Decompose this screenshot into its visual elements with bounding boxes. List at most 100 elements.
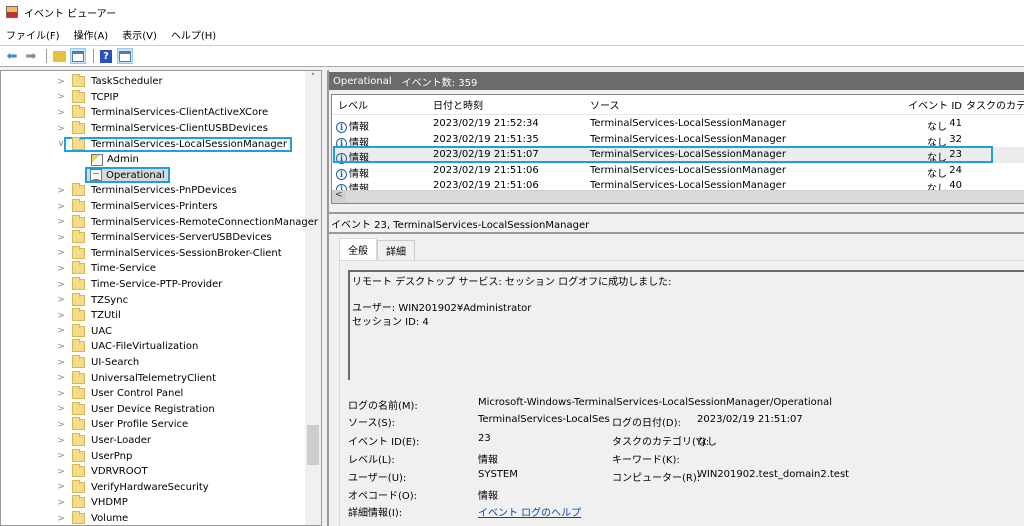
tree-item[interactable]: Operational: [85, 167, 170, 184]
tree-scroll-thumb[interactable]: [307, 425, 319, 465]
event-row[interactable]: i情報2023/02/19 21:51:06TerminalServices-L…: [332, 163, 1024, 180]
tree-item[interactable]: > User Device Registration: [56, 401, 215, 418]
tab-details[interactable]: 詳細: [377, 240, 415, 260]
chevron-right-icon[interactable]: >: [56, 108, 66, 118]
tree-item[interactable]: > VDRVROOT: [56, 464, 148, 480]
tree-item[interactable]: > TZSync: [56, 292, 128, 308]
tree-item[interactable]: > TerminalServices-RemoteConnectionManage…: [56, 214, 318, 230]
tree-item[interactable]: > TerminalServices-ClientActiveXCore: [56, 105, 268, 121]
tree-item[interactable]: > User-Loader: [56, 433, 151, 449]
column-datetime[interactable]: 日付と時刻: [433, 97, 483, 112]
tree-item[interactable]: > VHDMP: [56, 495, 128, 511]
tree-item[interactable]: ∨ TerminalServices-LocalSessionManager: [56, 136, 292, 152]
computer-label: コンピューター(R):: [612, 473, 701, 484]
menu-help[interactable]: ヘルプ(H): [171, 27, 216, 42]
help-button[interactable]: ?: [98, 48, 114, 64]
tree-item[interactable]: > VerifyHardwareSecurity: [56, 479, 209, 496]
chevron-right-icon[interactable]: >: [56, 264, 66, 274]
tree-item-label: User Profile Service: [91, 419, 189, 431]
tree-item[interactable]: > TerminalServices-ServerUSBDevices: [56, 230, 272, 246]
tree-item-label: User Device Registration: [91, 403, 215, 415]
back-arrow-icon[interactable]: ⬅: [4, 48, 20, 64]
chevron-down-icon[interactable]: ∨: [56, 139, 66, 149]
chevron-right-icon[interactable]: >: [56, 92, 66, 102]
scroll-up-icon[interactable]: ˄: [305, 73, 321, 83]
grid-horizontal-scrollbar[interactable]: <: [332, 190, 1024, 203]
menu-view[interactable]: 表示(V): [122, 27, 157, 42]
tree-item[interactable]: > TerminalServices-Printers: [56, 199, 218, 215]
tab-general[interactable]: 全般: [339, 238, 377, 260]
event-row[interactable]: i 情報 2023/02/19 21:52:34 TerminalServices-L…: [332, 116, 1024, 133]
tree-item[interactable]: > Volume: [56, 511, 129, 525]
source-cell: TerminalServices-LocalSessionManager: [590, 118, 786, 129]
chevron-right-icon[interactable]: >: [56, 358, 66, 368]
chevron-right-icon[interactable]: >: [56, 217, 66, 227]
tree-item[interactable]: > UAC-FileVirtualization: [56, 339, 198, 355]
tree-item[interactable]: > TaskScheduler: [56, 74, 163, 90]
tree-item[interactable]: > Time-Service-PTP-Provider: [56, 277, 222, 293]
tree-item[interactable]: > UniversalTelemetryClient: [56, 370, 216, 386]
tree-scrollbar[interactable]: ˄: [305, 71, 321, 525]
tree-item[interactable]: > UAC: [56, 323, 112, 340]
tree-item-label: TerminalServices-PnPDevices: [91, 185, 237, 197]
folder-up-button[interactable]: [51, 48, 67, 64]
event-row[interactable]: i 情報 2023/02/19 21:51:35 TerminalServices-L…: [332, 132, 1024, 149]
column-event-id[interactable]: イベント ID: [880, 97, 962, 112]
menu-action[interactable]: 操作(A): [74, 27, 109, 42]
source-value: TerminalServices-LocalSessi: [478, 414, 610, 425]
tree-item-label: TerminalServices-ClientActiveXCore: [91, 107, 269, 119]
event-log-help-link[interactable]: イベント ログのヘルプ: [478, 504, 581, 519]
event-detail-header: イベント 23, TerminalServices-LocalSessionMa…: [329, 212, 1024, 234]
chevron-right-icon[interactable]: >: [56, 498, 66, 508]
chevron-right-icon[interactable]: >: [56, 404, 66, 414]
event-description[interactable]: リモート デスクトップ サービス: セッション ログオフに成功しました: ユーザ…: [348, 270, 1024, 380]
tree-item[interactable]: > User Profile Service: [56, 417, 188, 433]
tree-item[interactable]: > Time-Service: [56, 261, 156, 277]
chevron-right-icon[interactable]: >: [56, 420, 66, 430]
menu-file[interactable]: ファイル(F): [6, 27, 60, 42]
chevron-right-icon[interactable]: >: [56, 248, 66, 258]
tree-item-label: Volume: [91, 513, 129, 525]
chevron-right-icon[interactable]: >: [56, 186, 66, 196]
chevron-right-icon[interactable]: >: [56, 77, 66, 87]
show-hide-action-pane-button[interactable]: [117, 48, 133, 64]
chevron-right-icon[interactable]: >: [56, 342, 66, 352]
tree-item[interactable]: > TZUtil: [56, 308, 121, 324]
chevron-right-icon[interactable]: >: [56, 467, 66, 477]
tree-item[interactable]: Admin: [91, 152, 139, 168]
scroll-left-icon[interactable]: <: [335, 190, 343, 200]
console-tree[interactable]: ˄ > TaskScheduler > TCPIP > TerminalServices-…: [0, 70, 322, 526]
tree-item-label: UAC-FileVirtualization: [91, 341, 199, 353]
forward-arrow-icon[interactable]: ➡: [23, 48, 39, 64]
tree-item[interactable]: > UserPnp: [56, 448, 132, 464]
events-grid[interactable]: レベル 日付と時刻 ソース イベント ID タスクのカテゴリ i情報2023/0…: [331, 94, 1024, 204]
folder-icon: [72, 308, 85, 322]
tree-item[interactable]: > TCPIP: [56, 89, 119, 106]
chevron-right-icon[interactable]: >: [56, 124, 66, 134]
chevron-right-icon[interactable]: >: [56, 280, 66, 290]
show-hide-console-tree-button[interactable]: [70, 48, 86, 64]
chevron-right-icon[interactable]: >: [56, 389, 66, 399]
chevron-right-icon[interactable]: >: [56, 202, 66, 212]
scroll-track[interactable]: [346, 191, 1024, 202]
chevron-right-icon[interactable]: >: [56, 373, 66, 383]
chevron-right-icon[interactable]: >: [56, 295, 66, 305]
chevron-right-icon[interactable]: >: [56, 514, 66, 524]
tree-item[interactable]: > UI-Search: [56, 355, 139, 371]
toolbar-separator: [93, 49, 94, 63]
tree-item[interactable]: > User Control Panel: [56, 386, 183, 402]
tree-item[interactable]: > TerminalServices-SessionBroker-Client: [56, 245, 282, 262]
chevron-right-icon[interactable]: >: [56, 326, 66, 336]
chevron-right-icon[interactable]: >: [56, 451, 66, 461]
column-source[interactable]: ソース: [590, 97, 620, 112]
column-task-category[interactable]: タスクのカテゴリ: [966, 97, 1024, 112]
chevron-right-icon[interactable]: >: [56, 311, 66, 321]
chevron-right-icon[interactable]: >: [56, 233, 66, 243]
column-level[interactable]: レベル: [338, 97, 368, 112]
tree-item[interactable]: > TerminalServices-PnPDevices: [56, 183, 237, 199]
event-row[interactable]: i 情報 2023/02/19 21:51:07 TerminalServices-L…: [332, 147, 1024, 164]
chevron-right-icon[interactable]: >: [56, 436, 66, 446]
chevron-right-icon[interactable]: >: [56, 482, 66, 492]
folder-icon: [72, 479, 85, 493]
tree-item[interactable]: > TerminalServices-ClientUSBDevices: [56, 121, 268, 137]
